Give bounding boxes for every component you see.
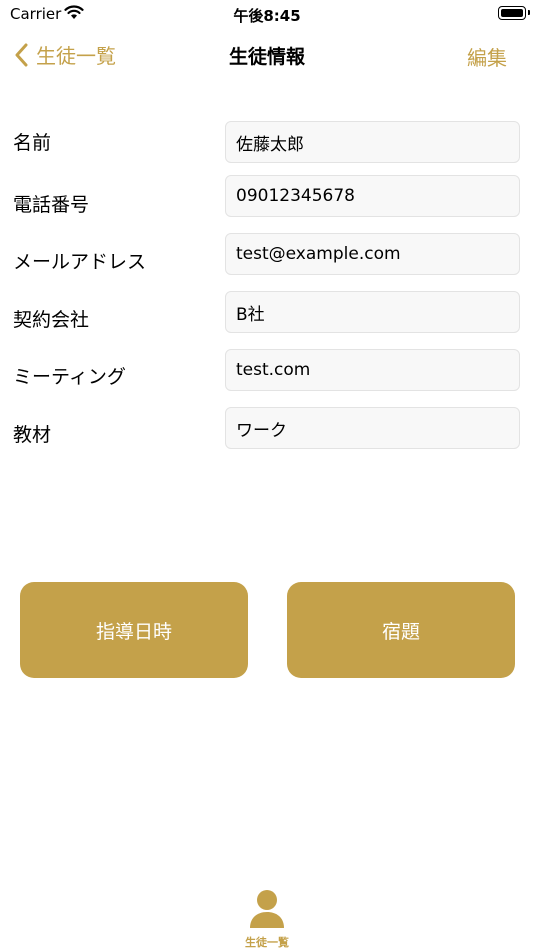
battery-icon	[498, 6, 530, 20]
phone-field[interactable]: 09012345678	[225, 175, 520, 217]
tab-student-list-label: 生徒一覧	[245, 936, 289, 949]
homework-button[interactable]: 宿題	[287, 582, 515, 678]
schedule-button-label: 指導日時	[95, 620, 172, 643]
status-bar: Carrier 午後8:45	[0, 0, 534, 28]
name-label: 名前	[13, 132, 52, 154]
navigation-bar: 生徒一覧 生徒情報 編集	[0, 28, 534, 80]
person-icon	[250, 890, 284, 928]
tab-student-list[interactable]: 生徒一覧	[236, 888, 298, 950]
status-time: 午後8:45	[233, 7, 301, 25]
meeting-label: ミーティング	[13, 366, 126, 388]
name-field[interactable]: 佐藤太郎	[225, 121, 520, 163]
company-field[interactable]: B社	[225, 291, 520, 333]
page-title: 生徒情報	[228, 46, 305, 68]
meeting-field[interactable]: test.com	[225, 349, 520, 391]
homework-button-label: 宿題	[381, 620, 420, 643]
email-label: メールアドレス	[13, 251, 147, 273]
schedule-button[interactable]: 指導日時	[20, 582, 248, 678]
phone-label: 電話番号	[13, 194, 90, 216]
material-field[interactable]: ワーク	[225, 407, 520, 449]
email-field[interactable]: test@example.com	[225, 233, 520, 275]
material-label: 教材	[13, 424, 52, 446]
company-label: 契約会社	[13, 309, 90, 331]
edit-button[interactable]: 編集	[467, 42, 507, 71]
